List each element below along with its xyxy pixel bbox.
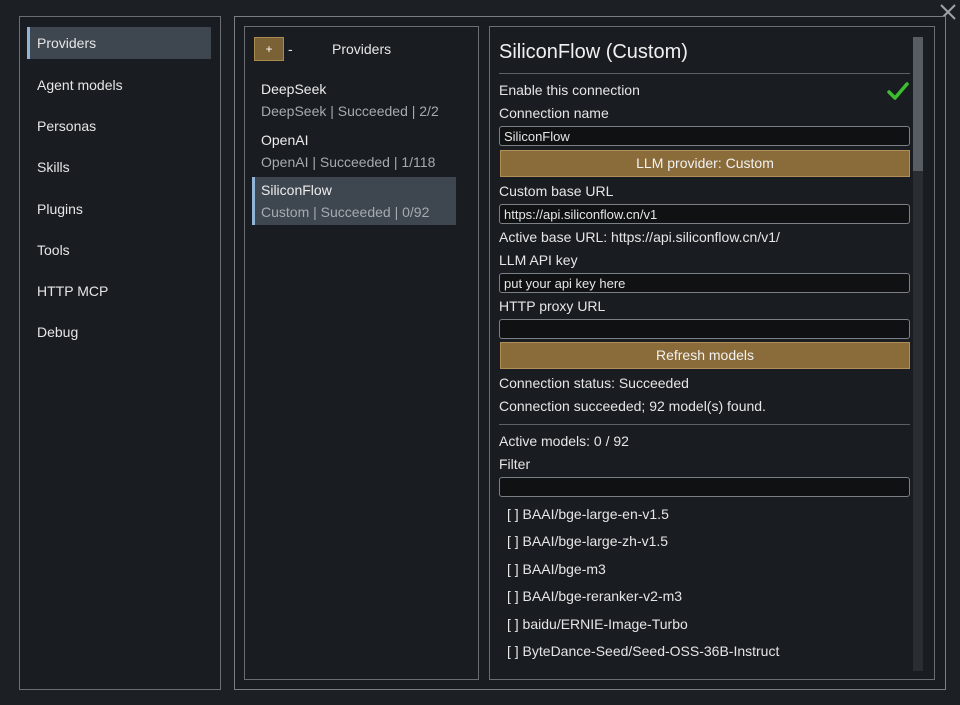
provider-name: DeepSeek: [261, 81, 327, 97]
model-checkbox-item[interactable]: [ ] ByteDance-Seed/Seed-OSS-36B-Instruct: [507, 642, 779, 660]
remove-provider-button[interactable]: -: [288, 40, 300, 58]
add-provider-button[interactable]: +: [254, 37, 284, 61]
model-checkbox-item[interactable]: [ ] BAAI/bge-large-en-v1.5: [507, 505, 669, 523]
connection-status-detail: Connection succeeded; 92 model(s) found.: [499, 398, 766, 414]
provider-item-siliconflow[interactable]: SiliconFlow Custom | Succeeded | 0/92: [252, 177, 456, 225]
nav-item-plugins[interactable]: Plugins: [27, 193, 211, 225]
provider-status: DeepSeek | Succeeded | 2/2: [261, 103, 439, 119]
custom-base-url-label: Custom base URL: [499, 183, 614, 199]
nav-item-debug[interactable]: Debug: [27, 316, 211, 348]
api-key-label: LLM API key: [499, 252, 578, 268]
nav-item-personas[interactable]: Personas: [27, 110, 211, 142]
checkmark-icon[interactable]: [886, 79, 910, 103]
provider-item-openai[interactable]: OpenAI OpenAI | Succeeded | 1/118: [252, 127, 456, 175]
provider-status: OpenAI | Succeeded | 1/118: [261, 154, 436, 170]
nav-item-skills[interactable]: Skills: [27, 151, 211, 183]
model-checkbox-item[interactable]: [ ] BAAI/bge-large-zh-v1.5: [507, 532, 668, 550]
active-base-url-text: Active base URL: https://api.siliconflow…: [499, 229, 780, 245]
refresh-models-button[interactable]: Refresh models: [500, 342, 910, 369]
custom-base-url-input[interactable]: [499, 204, 910, 224]
provider-status: Custom | Succeeded | 0/92: [261, 204, 430, 220]
detail-scrollbar[interactable]: [913, 37, 923, 671]
http-proxy-label: HTTP proxy URL: [499, 298, 606, 314]
connection-name-input[interactable]: [499, 126, 910, 146]
model-checkbox-item[interactable]: [ ] BAAI/bge-reranker-v2-m3: [507, 587, 682, 605]
providers-list-title: Providers: [332, 41, 392, 57]
nav-item-http-mcp[interactable]: HTTP MCP: [27, 275, 211, 307]
nav-item-agent-models[interactable]: Agent models: [27, 69, 211, 101]
enable-connection-label: Enable this connection: [499, 82, 640, 98]
filter-label: Filter: [499, 456, 531, 472]
http-proxy-input[interactable]: [499, 319, 910, 339]
filter-input[interactable]: [499, 477, 910, 497]
nav-item-providers[interactable]: Providers: [27, 27, 211, 59]
model-checkbox-item[interactable]: [ ] baidu/ERNIE-Image-Turbo: [507, 615, 688, 633]
provider-name: SiliconFlow: [261, 182, 332, 198]
divider: [499, 424, 910, 425]
provider-detail-title: SiliconFlow (Custom): [499, 41, 688, 63]
divider: [499, 73, 910, 74]
model-checkbox-item[interactable]: [ ] BAAI/bge-m3: [507, 560, 606, 578]
connection-status-text: Connection status: Succeeded: [499, 375, 689, 391]
nav-item-tools[interactable]: Tools: [27, 234, 211, 266]
provider-item-deepseek[interactable]: DeepSeek DeepSeek | Succeeded | 2/2: [252, 76, 456, 124]
llm-provider-button[interactable]: LLM provider: Custom: [500, 150, 910, 177]
active-models-count: Active models: 0 / 92: [499, 433, 629, 449]
provider-name: OpenAI: [261, 132, 309, 148]
connection-name-label: Connection name: [499, 105, 609, 121]
api-key-input[interactable]: [499, 273, 910, 293]
providers-list-panel: [244, 26, 479, 680]
scrollbar-thumb[interactable]: [913, 37, 923, 171]
